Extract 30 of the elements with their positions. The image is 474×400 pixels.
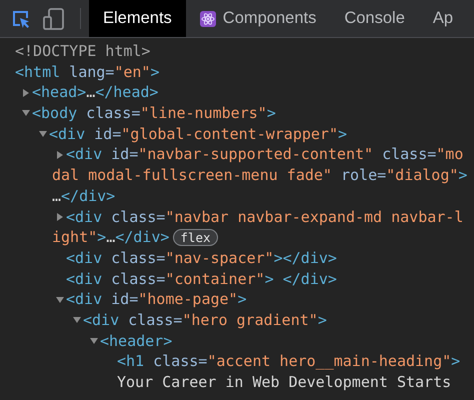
disclosure-triangle-icon[interactable] <box>71 316 83 324</box>
dom-node-line: dal modal-fullscreen-menu fade" role="dialog"> <box>52 165 468 186</box>
disclosure-triangle-icon[interactable] <box>20 109 32 118</box>
inspect-icon <box>11 8 31 28</box>
dom-node-line: Your Career in Web Development Starts <box>117 372 452 393</box>
dom-node-line: <head>…</head> <box>32 82 158 104</box>
disclosure-triangle-icon[interactable] <box>88 336 100 345</box>
panel-tab[interactable]: Components <box>186 0 330 37</box>
dom-node-line: <html lang="en"> <box>15 62 160 82</box>
dom-node-line: <header> <box>100 330 172 352</box>
dom-node-line: <div id="home-page"> <box>66 289 247 310</box>
dom-node-line: <div id="global-content-wrapper"> <box>49 124 348 144</box>
disclosure-triangle-icon[interactable] <box>37 130 49 138</box>
dom-node-line: <div id="navbar-supported-content" class="mo <box>66 144 464 166</box>
panel-tab[interactable]: Elements <box>89 0 186 37</box>
panel-tab[interactable]: Console <box>330 0 419 37</box>
dom-node-line: …</div> <box>52 186 116 207</box>
dom-node-line: <div class="navbar navbar-expand-md navbar-l <box>66 206 464 228</box>
panel-tab[interactable]: Ap <box>418 0 468 37</box>
dom-node-line: <div class="hero gradient"> <box>83 310 327 331</box>
dom-node-line: <body class="line-numbers"> <box>32 103 276 124</box>
layout-badge[interactable]: flex <box>173 229 218 246</box>
disclosure-triangle-icon[interactable] <box>54 296 66 304</box>
device-icon <box>43 8 65 30</box>
dom-node-line: <div class="container"> </div> <box>66 268 337 290</box>
dom-node-line: <div class="nav-spacer"></div> <box>66 248 337 269</box>
dom-node-line: <!DOCTYPE html> <box>15 41 150 62</box>
atom-icon <box>200 10 216 26</box>
dom-node-line: ight">…</div> <box>52 227 170 248</box>
dom-node-line: <h1 class="accent hero__main-heading"> <box>117 351 460 372</box>
